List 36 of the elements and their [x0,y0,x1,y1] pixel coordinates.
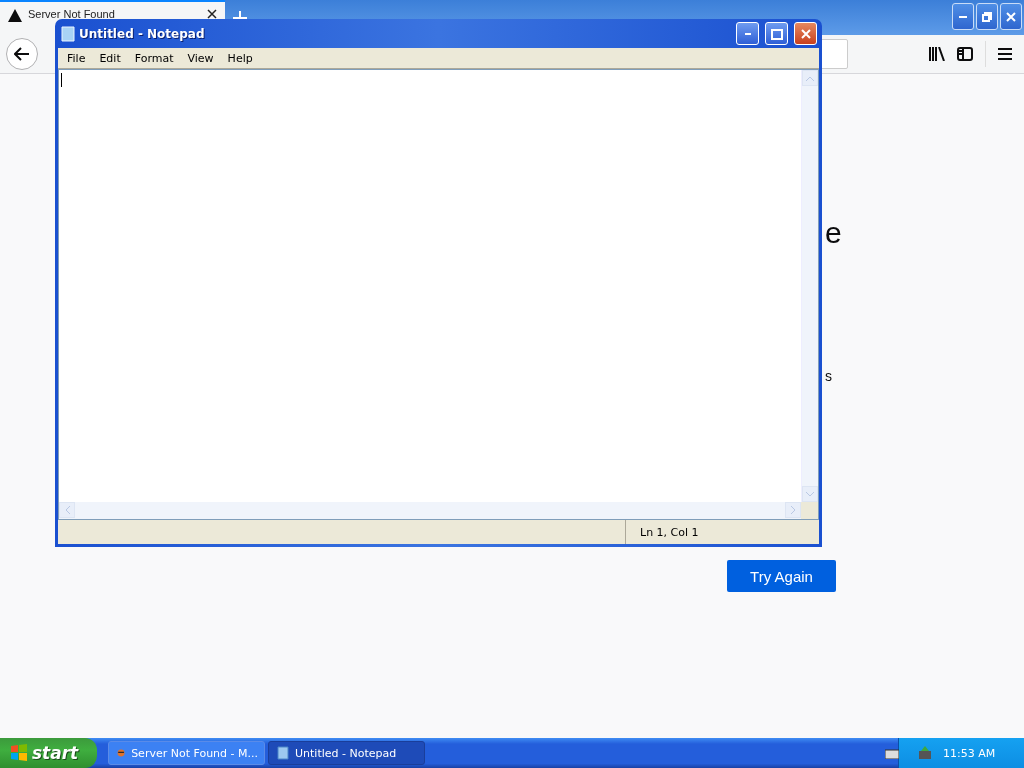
maximize-icon [770,27,783,40]
notepad-icon [61,25,75,42]
sidebar-icon[interactable] [957,47,973,61]
menu-item[interactable]: Format [127,51,181,65]
menu-icon[interactable] [998,48,1012,60]
keyboard-icon [885,747,899,759]
clock: 11:53 AM [943,746,996,760]
library-icon[interactable] [928,47,945,61]
minimize-icon [959,15,967,18]
menu-item[interactable]: Edit [92,51,128,65]
back-button[interactable] [6,38,38,70]
heading-fragment: e [825,216,842,250]
text-fragment: s [825,368,832,384]
minimize-button[interactable] [952,3,974,30]
close-icon [1005,10,1017,23]
taskbar-button[interactable]: Server Not Found - M... [108,741,265,765]
menu-item[interactable]: File [60,51,93,65]
vertical-scrollbar[interactable] [801,70,818,502]
close-button[interactable] [1000,3,1022,30]
close-icon[interactable] [207,9,217,19]
back-arrow-icon [14,47,30,61]
menu-item[interactable]: View [180,51,221,65]
menu-item[interactable]: Help [220,51,260,65]
restore-icon [981,10,993,23]
tab-title: Server Not Found [28,9,116,20]
notepad-icon [277,746,289,760]
try-again-button[interactable]: Try Again [727,560,836,592]
cursor-position: Ln 1, Col 1 [625,520,699,544]
taskbar-button[interactable]: Untitled - Notepad [268,741,425,765]
windows-flag-icon [10,744,28,762]
close-icon [799,27,812,40]
warning-icon [8,9,22,22]
minimize-icon [744,32,751,35]
maximize-button[interactable] [765,22,788,45]
horizontal-scrollbar[interactable] [59,502,801,519]
restore-button[interactable] [976,3,998,30]
